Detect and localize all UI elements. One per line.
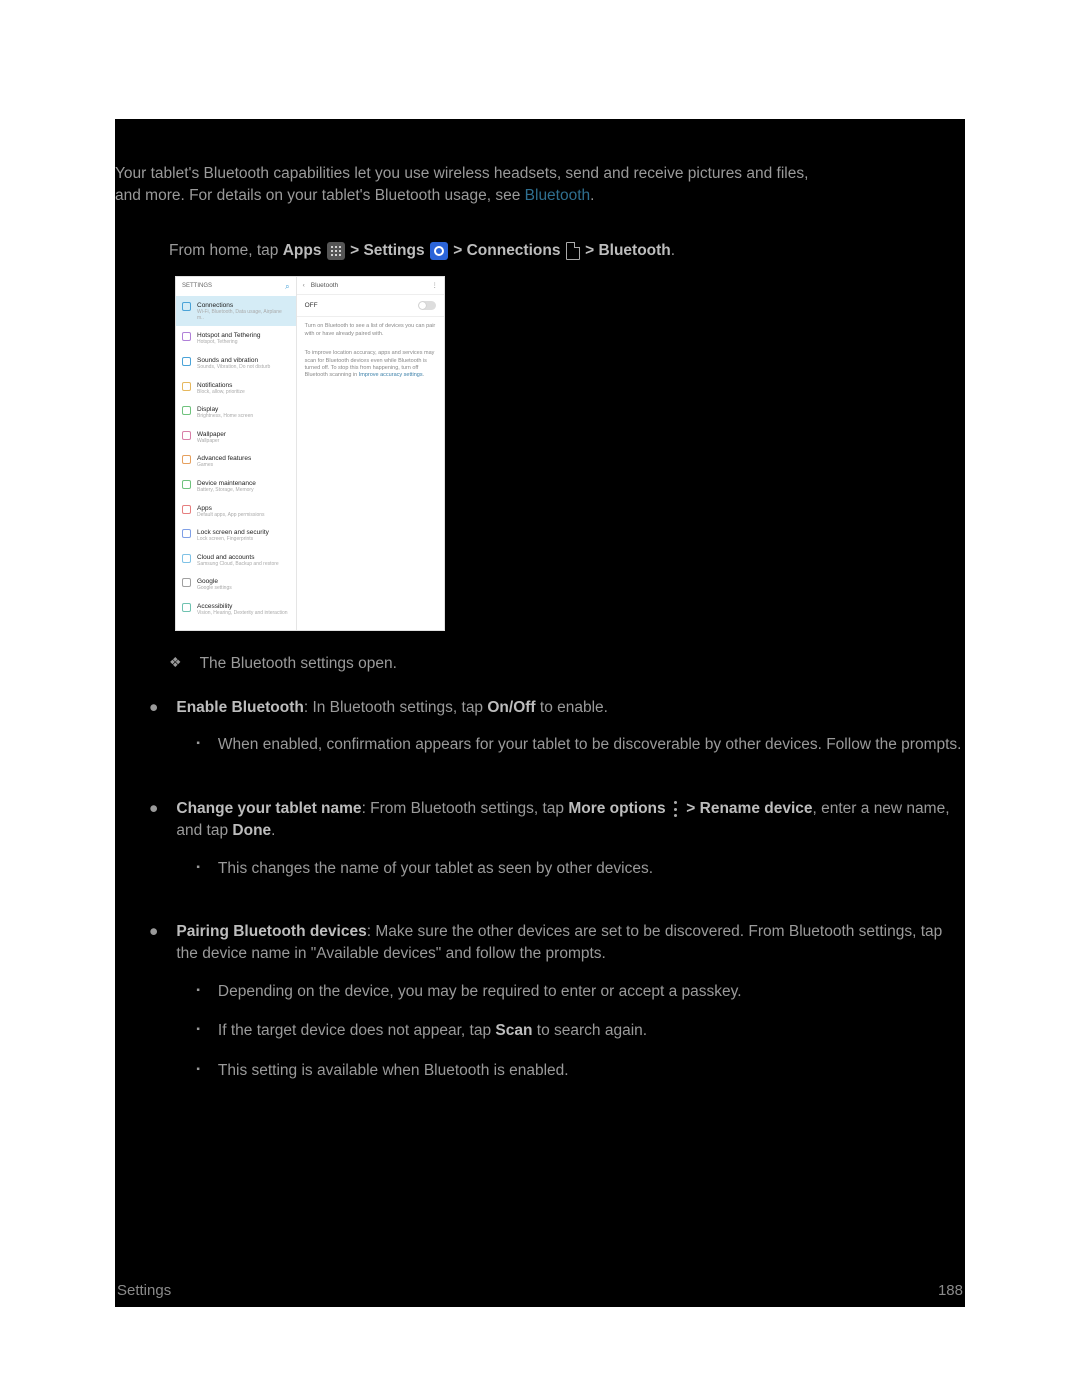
page-footer: Settings 188: [115, 1280, 965, 1301]
sidebar-item: ConnectionsWi-Fi, Bluetooth, Data usage,…: [176, 296, 296, 326]
sidebar-item-subtitle: Battery, Storage, Memory: [197, 488, 290, 494]
sub-bullet: ▪ This setting is available when Bluetoo…: [196, 1060, 965, 1082]
sub-bullet: ▪ Depending on the device, you may be re…: [196, 981, 965, 1003]
toggle-label: OFF: [305, 301, 318, 310]
sidebar-item: DisplayBrightness, Home screen: [176, 400, 296, 425]
sidebar-item-subtitle: Google settings: [197, 586, 290, 592]
sidebar-item: AppsDefault apps, App permissions: [176, 499, 296, 524]
apps-icon: [327, 242, 345, 260]
back-icon: ‹: [303, 281, 305, 290]
bluetooth-toggle: [418, 301, 436, 310]
page-number: 188: [938, 1280, 963, 1301]
settings-label: Settings: [363, 242, 424, 259]
bullet-change-name: ● Change your tablet name: From Bluetoot…: [149, 798, 965, 897]
settings-gear-icon: [430, 242, 448, 260]
square-bullet-icon: ▪: [196, 1060, 200, 1082]
settings-detail-pane: ‹ Bluetooth ⋮ OFF Turn on Bluetooth to s…: [297, 277, 444, 630]
dot-bullet-icon: ●: [149, 798, 158, 897]
sidebar-item: NotificationsBlock, allow, prioritize: [176, 376, 296, 401]
detail-para-2: To improve location accuracy, apps and s…: [297, 344, 444, 386]
sidebar-item-subtitle: Lock screen, Fingerprints: [197, 537, 290, 543]
intro-line1: Your tablet's Bluetooth capabilities let…: [115, 165, 808, 182]
sidebar-item: WallpaperWallpaper: [176, 425, 296, 450]
square-bullet-icon: ▪: [196, 1020, 200, 1042]
sidebar-item-icon: [182, 603, 191, 612]
settings-screenshot: SETTINGS ⌕ ConnectionsWi-Fi, Bluetooth, …: [175, 276, 445, 631]
sidebar-item-icon: [182, 302, 191, 311]
intro-paragraph: Your tablet's Bluetooth capabilities let…: [115, 163, 965, 214]
sidebar-item-icon: [182, 332, 191, 341]
settings-sidebar: SETTINGS ⌕ ConnectionsWi-Fi, Bluetooth, …: [176, 277, 297, 630]
sub-bullet: ▪ This changes the name of your tablet a…: [196, 858, 965, 880]
detail-title: Bluetooth: [311, 281, 338, 290]
bluetooth-link[interactable]: Bluetooth: [525, 187, 591, 204]
sidebar-item: Lock screen and securityLock screen, Fin…: [176, 523, 296, 548]
sidebar-item-subtitle: Samsung Cloud, Backup and restore: [197, 562, 290, 568]
sidebar-item-icon: [182, 480, 191, 489]
sidebar-item-icon: [182, 431, 191, 440]
sidebar-item-subtitle: Default apps, App permissions: [197, 513, 290, 519]
page-icon: [566, 242, 580, 260]
dot-bullet-icon: ●: [149, 921, 158, 1099]
sidebar-item: Device maintenanceBattery, Storage, Memo…: [176, 474, 296, 499]
dot-bullet-icon: ●: [149, 697, 158, 774]
bullet-enable-bluetooth: ● Enable Bluetooth: In Bluetooth setting…: [149, 697, 965, 774]
sidebar-item: GoogleGoogle settings: [176, 572, 296, 597]
diamond-bullet-icon: ❖: [169, 653, 182, 675]
detail-para-1: Turn on Bluetooth to see a list of devic…: [297, 317, 444, 344]
sub-bullet: ▪ When enabled, confirmation appears for…: [196, 734, 965, 756]
sidebar-item-icon: [182, 406, 191, 415]
sidebar-item: Cloud and accountsSamsung Cloud, Backup …: [176, 548, 296, 573]
sidebar-item-icon: [182, 554, 191, 563]
sidebar-title: SETTINGS: [182, 282, 212, 290]
sidebar-item-icon: [182, 529, 191, 538]
sidebar-item-icon: [182, 382, 191, 391]
accuracy-settings-link: Improve accuracy settings: [359, 372, 423, 378]
sidebar-item-icon: [182, 357, 191, 366]
square-bullet-icon: ▪: [196, 858, 200, 880]
search-icon: ⌕: [285, 281, 289, 292]
square-bullet-icon: ▪: [196, 981, 200, 1003]
sidebar-item-icon: [182, 578, 191, 587]
sidebar-item-subtitle: Wallpaper: [197, 439, 290, 445]
sidebar-item: Advanced featuresGames: [176, 449, 296, 474]
sidebar-item-subtitle: Hotspot, Tethering: [197, 340, 290, 346]
sidebar-item-subtitle: Sounds, Vibration, Do not disturb: [197, 365, 290, 371]
sub-bullet: ▪ If the target device does not appear, …: [196, 1020, 965, 1042]
square-bullet-icon: ▪: [196, 734, 200, 756]
footer-section: Settings: [117, 1280, 171, 1301]
sidebar-item: AccessibilityVision, Hearing, Dexterity …: [176, 597, 296, 622]
more-options-icon: ⋮: [432, 281, 439, 290]
sidebar-item-subtitle: Vision, Hearing, Dexterity and interacti…: [197, 611, 290, 617]
apps-label: Apps: [283, 242, 322, 259]
sidebar-item-subtitle: Games: [197, 463, 290, 469]
navigation-path: From home, tap Apps > Settings > Connect…: [169, 240, 965, 262]
sidebar-item-subtitle: Brightness, Home screen: [197, 414, 290, 420]
sidebar-item-subtitle: Wi-Fi, Bluetooth, Data usage, Airplane m…: [197, 310, 290, 321]
sidebar-item-icon: [182, 455, 191, 464]
sidebar-item: Hotspot and TetheringHotspot, Tethering: [176, 326, 296, 351]
bullet-pairing: ● Pairing Bluetooth devices: Make sure t…: [149, 921, 965, 1099]
connections-label: Connections: [467, 242, 561, 259]
bluetooth-label: Bluetooth: [598, 242, 670, 259]
intro-line2: and more. For details on your tablet's B…: [115, 187, 525, 204]
more-vert-icon: [671, 800, 681, 818]
result-line: ❖ The Bluetooth settings open.: [169, 653, 965, 675]
sidebar-item-subtitle: Block, allow, prioritize: [197, 390, 290, 396]
sidebar-item-icon: [182, 505, 191, 514]
sidebar-item: Sounds and vibrationSounds, Vibration, D…: [176, 351, 296, 376]
